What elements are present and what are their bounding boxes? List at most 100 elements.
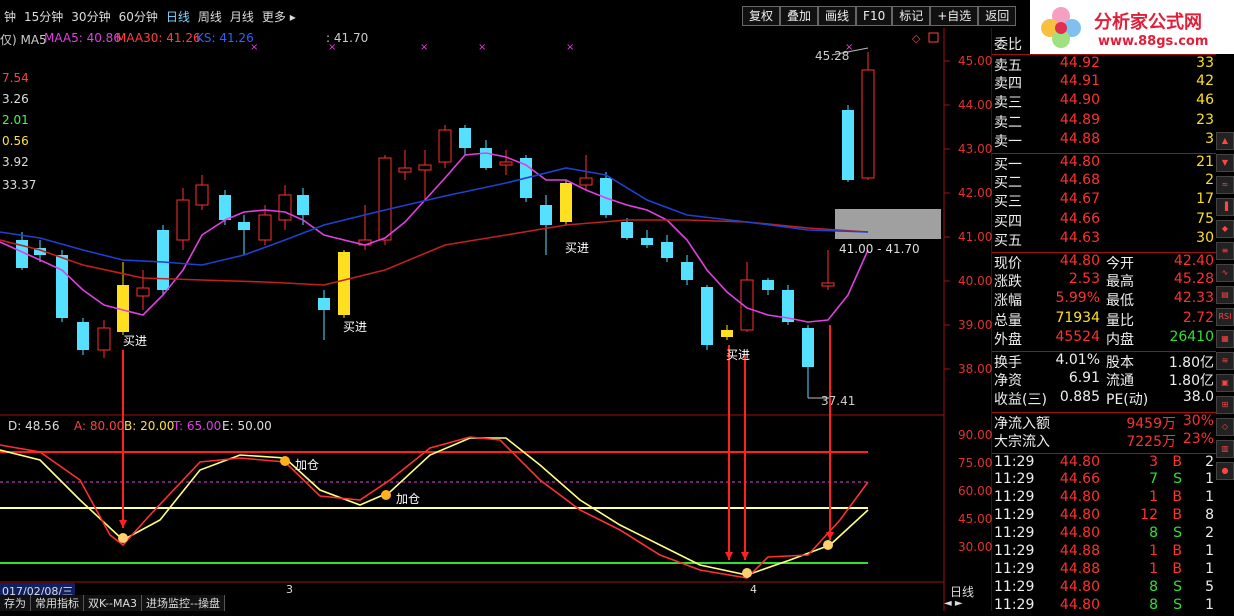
bottom-tab-3[interactable]: 进场监控--操盘 [142,595,225,611]
stat2-row: 换手 4.01% 股本 1.80亿 [992,351,1216,371]
side-tool-icon[interactable]: ≈ [1216,176,1234,194]
buy-price: 44.63 [1059,229,1100,246]
osc-d: D: 48.56 [8,419,60,433]
side-tool-icon[interactable]: ▦ [1216,330,1234,348]
trade-side: S [1173,471,1182,487]
osc-e: E: 50.00 [222,419,272,433]
side-tool-icon[interactable]: ∿ [1216,264,1234,282]
side-tool-icon[interactable]: ≡ [1216,242,1234,260]
stat-label: 现价 [994,256,1022,272]
maa30-line [0,219,869,286]
sell-price: 44.90 [1059,92,1100,109]
flow-pct: 30% [1182,412,1214,429]
candle-body [318,298,330,310]
trade-price: 44.66 [1059,471,1100,487]
candle-body [238,222,250,230]
trade-price: 44.88 [1059,561,1100,577]
weibi-row: 委比 [992,34,1216,53]
maa30-label: MAA30: 41.26 [116,31,201,45]
left-value-3: 0.56 [2,134,29,148]
buy-row: 买一 44.80 21 [992,153,1216,173]
add-dot [280,456,290,466]
stat-value2: 26410 [1169,328,1214,345]
side-tool-icon[interactable]: ▲ [1216,132,1234,150]
stat-value: 2.53 [1068,271,1100,288]
flow-row: 大宗流入 7225万 23% [992,431,1216,450]
high-label: 45.28 [815,49,850,63]
trade-row: 11:29 44.80 8 S 5 [992,579,1216,598]
side-tool-icon[interactable]: ▤ [1216,286,1234,304]
stat-label2: 今开 [1106,256,1134,272]
side-tool-icon[interactable]: ⊞ [1216,396,1234,414]
osc-yellow [0,437,869,576]
stat-value: 71934 [1055,309,1100,326]
stat2-value2: 1.80亿 [1168,355,1214,371]
sell-row: 卖四 44.91 42 [992,73,1216,92]
trade-time: 11:29 [994,507,1035,523]
trade-side: B [1172,507,1182,523]
trade-time: 11:29 [994,489,1035,505]
side-tool-icon[interactable]: ● [1216,462,1234,480]
side-tool-icon[interactable]: ▥ [1216,440,1234,458]
buy-vol: 30 [1196,229,1214,246]
side-tool-icon[interactable]: ◆ [1216,220,1234,238]
candle-body [418,164,432,171]
window-icon [928,32,939,43]
trade-vol: 7 [1149,471,1158,487]
arrow-head [741,552,749,560]
side-tool-icon[interactable]: RSI [1216,308,1234,326]
ks-label: KS: 41.26 [196,31,254,45]
scroll-arrows[interactable]: ◄ ► [944,598,963,609]
candle-body [219,195,231,220]
buy-price: 44.67 [1059,191,1100,208]
candle-body [842,110,854,180]
weibi-label: 委比 [994,37,1022,53]
left-value-0: 7.54 [2,71,29,85]
trade-vol: 8 [1149,579,1158,595]
trade-num: 2 [1205,525,1214,541]
quote-panel: 委比 卖五 44.92 33 卖四 44.91 42 卖三 44.90 46 卖二 44.89 23 卖一… [992,30,1216,613]
stat-row: 现价 44.80 今开 42.40 [992,252,1216,272]
candle-body [136,287,150,297]
add-label-1: 加仓 [295,458,320,472]
buy-label-3: 买进 [565,241,590,255]
x-marker: × [420,42,428,53]
side-tool-icon[interactable]: ▣ [1216,374,1234,392]
range-box [835,209,941,239]
trade-vol: 12 [1140,507,1158,523]
add-label-2: 加仓 [396,492,421,506]
flow-value: 9459万 [1126,415,1176,432]
trade-price: 44.80 [1059,489,1100,505]
stat-value2: 42.33 [1173,290,1214,307]
candle-body [258,214,272,241]
buy-label: 买一 [994,157,1022,173]
x-marker: × [478,42,486,53]
arrow-head [826,532,834,540]
stat2-label2: PE(动) [1106,392,1149,409]
side-tool-icon[interactable]: ≋ [1216,352,1234,370]
bottom-tab-0[interactable]: 存为 [0,595,31,611]
candle-body [861,69,875,179]
buy-price: 44.80 [1059,154,1100,170]
bottom-tab-2[interactable]: 双K--MA3 [84,595,143,611]
sell-vol: 46 [1196,92,1214,109]
trade-row: 11:29 44.80 1 B 1 [992,489,1216,508]
candle-body [681,262,693,280]
sell-price: 44.91 [1059,73,1100,90]
side-tool-icon[interactable]: ▼ [1216,154,1234,172]
trade-price: 44.80 [1059,507,1100,523]
trade-price: 44.80 [1059,525,1100,541]
signal-dot [118,533,128,543]
trade-row: 11:29 44.88 1 B 1 [992,561,1216,580]
side-tool-icon[interactable]: ◇ [1216,418,1234,436]
bottom-tab-1[interactable]: 常用指标 [31,595,84,611]
trade-side: S [1173,579,1182,595]
buy-vol: 17 [1196,191,1214,208]
trade-num: 5 [1205,579,1214,595]
left-value-2: 2.01 [2,113,29,127]
buy-price: 44.66 [1059,210,1100,227]
stat-label2: 量比 [1106,312,1134,329]
side-tool-icon[interactable]: ▐ [1216,198,1234,216]
low-label: 37.41 [821,394,856,408]
candle-body [540,205,552,225]
